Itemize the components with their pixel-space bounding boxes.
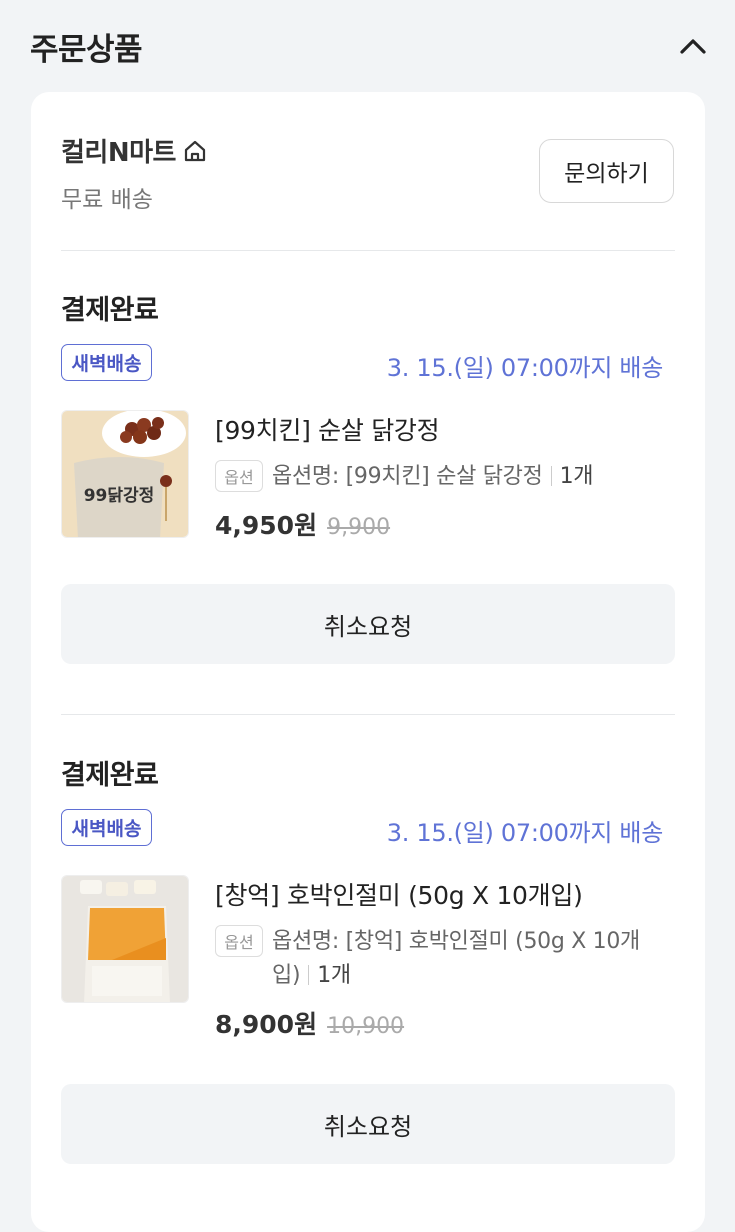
divider — [61, 250, 675, 251]
order-items-header: 주문상품 — [0, 0, 735, 92]
delivery-date: 3. 15.(일) 07:00까지 배송 — [386, 354, 664, 382]
option-name-continued: 입) — [272, 963, 301, 988]
delivery-badge: 새벽배송 — [61, 809, 152, 846]
price-row: 8,900원 10,900 — [215, 1005, 404, 1041]
chevron-up-icon — [680, 39, 706, 54]
cancel-request-button[interactable]: 취소요청 — [61, 1084, 675, 1164]
option-tag: 옵션 — [215, 460, 263, 492]
store-name: 컬리N마트 — [61, 138, 176, 168]
cancel-request-button[interactable]: 취소요청 — [61, 584, 675, 664]
price-row: 4,950원 9,900 — [215, 506, 390, 542]
product-name[interactable]: [창억] 호박인절미 (50g X 10개입) — [215, 879, 675, 913]
option-text: 옵션명: [창억] 호박인절미 (50g X 10개 입) 1개 — [272, 925, 677, 993]
divider — [61, 714, 675, 715]
store-name-row[interactable]: 컬리N마트 — [61, 132, 208, 169]
option-text: 옵션명: [99치킨] 순살 닭강정 1개 — [272, 460, 677, 494]
quantity: 1개 — [559, 464, 594, 489]
delivery-date: 3. 15.(일) 07:00까지 배송 — [386, 819, 664, 847]
order-item: 결제완료 새벽배송 3. 15.(일) 07:00까지 배송 [창억] 호박인절… — [31, 753, 705, 1164]
option-tag: 옵션 — [215, 925, 263, 957]
product-thumbnail[interactable] — [61, 875, 189, 1003]
store-shipping: 무료 배송 — [61, 187, 153, 213]
original-price: 10,900 — [327, 1014, 405, 1039]
collapse-button[interactable] — [672, 26, 714, 66]
order-status: 결제완료 — [61, 295, 159, 326]
product-thumbnail[interactable]: 99닭강정 — [61, 410, 189, 538]
product-name[interactable]: [99치킨] 순살 닭강정 — [215, 414, 675, 448]
delivery-badge: 새벽배송 — [61, 344, 152, 381]
quantity: 1개 — [317, 963, 351, 988]
section-title: 주문상품 — [30, 32, 143, 68]
sale-price: 8,900원 — [215, 1010, 318, 1039]
package-label: 99닭강정 — [84, 486, 155, 506]
order-status: 결제완료 — [61, 760, 159, 791]
original-price: 9,900 — [327, 515, 391, 540]
separator — [550, 466, 552, 486]
separator — [308, 965, 310, 985]
sale-price: 4,950원 — [215, 511, 318, 540]
option-name: 옵션명: [99치킨] 순살 닭강정 — [272, 464, 543, 489]
order-card: 컬리N마트 무료 배송 문의하기 결제완료 새벽배송 3. 15.(일) 07:… — [31, 92, 705, 1232]
home-icon — [184, 140, 206, 161]
inquiry-button[interactable]: 문의하기 — [539, 139, 674, 203]
order-item: 결제완료 새벽배송 3. 15.(일) 07:00까지 배송 99닭강정 [99… — [31, 288, 705, 668]
option-name: 옵션명: [창억] 호박인절미 (50g X 10개 — [272, 929, 640, 954]
